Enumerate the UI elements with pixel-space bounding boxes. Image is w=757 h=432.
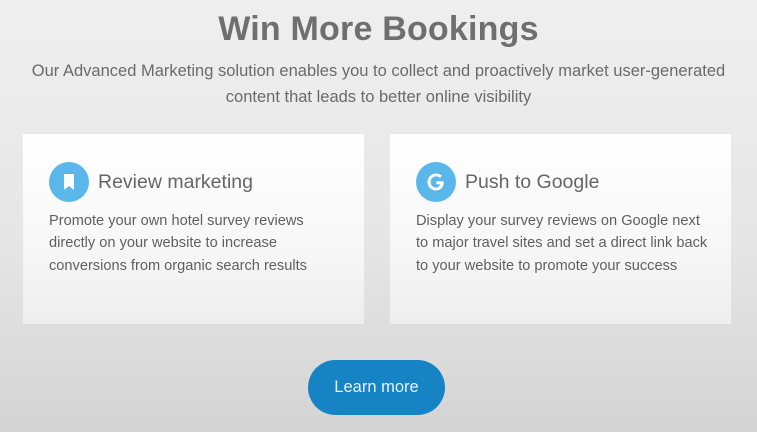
page-subtitle: Our Advanced Marketing solution enables … bbox=[31, 62, 726, 106]
card-description: Display your survey reviews on Google ne… bbox=[416, 213, 708, 274]
feature-card-push-to-google: Push to Google Display your survey revie… bbox=[390, 134, 731, 324]
card-title: Review marketing bbox=[98, 170, 253, 193]
page: Win More Bookings Our Advanced Marketing… bbox=[0, 0, 757, 432]
card-description: Promote your own hotel survey reviews di… bbox=[49, 213, 307, 274]
bookmark-icon bbox=[49, 162, 89, 202]
card-header: Review marketing bbox=[49, 162, 253, 202]
card-title: Push to Google bbox=[465, 170, 600, 193]
learn-more-button[interactable]: Learn more bbox=[308, 360, 445, 415]
card-header: Push to Google bbox=[416, 162, 599, 202]
feature-card-review-marketing: Review marketing Promote your own hotel … bbox=[23, 134, 364, 324]
page-title: Win More Bookings bbox=[218, 10, 539, 48]
google-icon bbox=[416, 162, 456, 202]
